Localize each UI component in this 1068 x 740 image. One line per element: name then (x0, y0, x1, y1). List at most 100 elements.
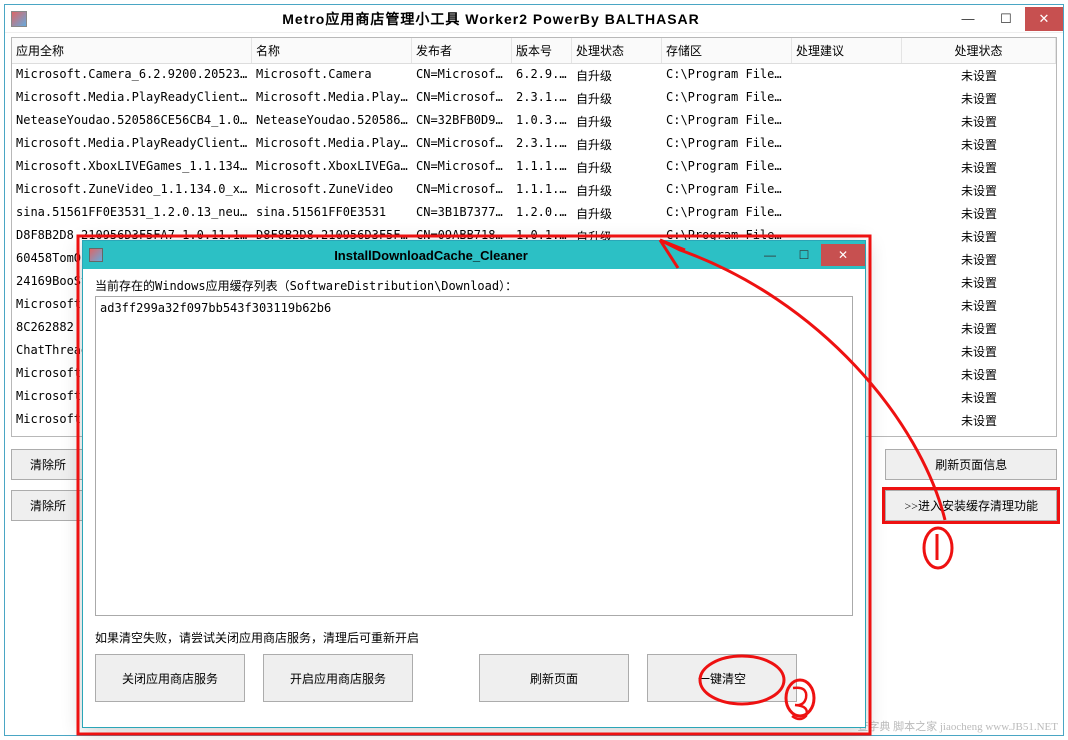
column-header[interactable]: 名称 (252, 38, 412, 63)
table-cell: 1.1.1... (512, 179, 572, 202)
table-cell: 2.3.1... (512, 133, 572, 156)
table-cell: 自升级 (572, 179, 662, 202)
table-cell: 未设置 (902, 133, 1056, 156)
cache-list-label: 当前存在的Windows应用缓存列表（SoftwareDistribution\… (95, 277, 853, 294)
dialog-minimize-button[interactable]: — (753, 244, 787, 266)
table-cell: 自升级 (572, 110, 662, 133)
table-cell: 自升级 (572, 64, 662, 87)
table-cell: 未设置 (902, 363, 1056, 386)
table-cell: 1.0.3... (512, 110, 572, 133)
dialog-refresh-button[interactable]: 刷新页面 (479, 654, 629, 702)
table-cell: CN=Microsof... (412, 133, 512, 156)
dialog-body: 当前存在的Windows应用缓存列表（SoftwareDistribution\… (83, 269, 865, 710)
table-cell: 未设置 (902, 248, 1056, 271)
table-cell: 未设置 (902, 87, 1056, 110)
column-header[interactable]: 处理建议 (792, 38, 902, 63)
table-cell: Microsoft.Media.PlayReadyClient_2.3.16..… (12, 87, 252, 110)
main-title: Metro应用商店管理小工具 Worker2 PowerBy BALTHASAR (33, 9, 949, 29)
table-cell: C:\Program File... (662, 179, 792, 202)
main-titlebar: Metro应用商店管理小工具 Worker2 PowerBy BALTHASAR… (5, 5, 1063, 33)
table-header: 应用全称名称发布者版本号处理状态存储区处理建议处理状态 (12, 38, 1056, 64)
minimize-button[interactable]: — (949, 7, 987, 31)
app-icon (11, 11, 27, 27)
table-cell: 1.1.1... (512, 156, 572, 179)
table-cell: C:\Program File... (662, 156, 792, 179)
table-cell: 未设置 (902, 409, 1056, 432)
table-row[interactable]: Microsoft.Media.PlayReadyClient_2.3.16..… (12, 133, 1056, 156)
dialog-icon (89, 248, 103, 262)
clear-all-button-1[interactable]: 清除所 (11, 449, 85, 480)
enter-cache-cleaner-button[interactable]: >>进入安装缓存清理功能 (885, 490, 1057, 521)
open-store-service-button[interactable]: 开启应用商店服务 (263, 654, 413, 702)
column-header[interactable]: 发布者 (412, 38, 512, 63)
dialog-titlebar: InstallDownloadCache_Cleaner — ☐ ✕ (83, 241, 865, 269)
table-row[interactable]: NeteaseYoudao.520586CE56CB4_1.0.39.335..… (12, 110, 1056, 133)
table-cell: CN=Microsof... (412, 156, 512, 179)
close-button[interactable]: ✕ (1025, 7, 1063, 31)
table-cell: Microsoft.Camera (252, 64, 412, 87)
table-cell: NeteaseYoudao.520586CE5... (252, 110, 412, 133)
table-cell: Microsoft.Media.PlayRea... (252, 133, 412, 156)
table-cell: sina.51561FF0E3531 (252, 202, 412, 225)
column-header[interactable]: 应用全称 (12, 38, 252, 63)
cache-list-textarea[interactable] (95, 296, 853, 616)
table-cell: 6.2.9... (512, 64, 572, 87)
table-cell: Microsoft.Camera_6.2.9200.20523_x64__8..… (12, 64, 252, 87)
table-cell: Microsoft.XboxLIVEGames_1.1.134.0_x64_..… (12, 156, 252, 179)
table-cell: 未设置 (902, 271, 1056, 294)
table-row[interactable]: Microsoft.Media.PlayReadyClient_2.3.16..… (12, 87, 1056, 110)
table-cell: 2.3.1... (512, 87, 572, 110)
table-cell (792, 64, 902, 87)
table-cell (792, 110, 902, 133)
cache-cleaner-dialog: InstallDownloadCache_Cleaner — ☐ ✕ 当前存在的… (82, 240, 866, 728)
table-cell (792, 179, 902, 202)
dialog-hint: 如果清空失败，请尝试关闭应用商店服务，清理后可重新开启 (95, 629, 853, 646)
column-header[interactable]: 存储区 (662, 38, 792, 63)
dialog-maximize-button[interactable]: ☐ (787, 244, 821, 266)
table-cell: 自升级 (572, 133, 662, 156)
table-cell: 未设置 (902, 110, 1056, 133)
table-cell: 1.2.0.13 (512, 202, 572, 225)
table-cell: CN=Microsof... (412, 87, 512, 110)
table-cell: NeteaseYoudao.520586CE56CB4_1.0.39.335..… (12, 110, 252, 133)
table-cell: Microsoft.ZuneVideo_1.1.134.0_x64__8we..… (12, 179, 252, 202)
table-cell: 未设置 (902, 225, 1056, 248)
table-cell: 未设置 (902, 386, 1056, 409)
table-cell: C:\Program File... (662, 110, 792, 133)
maximize-button[interactable]: ☐ (987, 7, 1025, 31)
table-cell: Microsoft.Media.PlayRea... (252, 87, 412, 110)
watermark: 查字典 脚本之家 jiaocheng www.JB51.NET (857, 718, 1058, 734)
table-cell: CN=3B1B7377... (412, 202, 512, 225)
table-row[interactable]: sina.51561FF0E3531_1.2.0.13_neutral__z..… (12, 202, 1056, 225)
table-cell: C:\Program File... (662, 133, 792, 156)
column-header[interactable]: 处理状态 (902, 38, 1056, 63)
close-store-service-button[interactable]: 关闭应用商店服务 (95, 654, 245, 702)
table-row[interactable]: Microsoft.ZuneVideo_1.1.134.0_x64__8we..… (12, 179, 1056, 202)
table-cell: 未设置 (902, 317, 1056, 340)
one-click-clear-button[interactable]: 一键清空 (647, 654, 797, 702)
table-cell: 未设置 (902, 294, 1056, 317)
table-cell (792, 87, 902, 110)
table-cell: sina.51561FF0E3531_1.2.0.13_neutral__z..… (12, 202, 252, 225)
refresh-page-button[interactable]: 刷新页面信息 (885, 449, 1057, 480)
table-cell: 自升级 (572, 87, 662, 110)
table-cell: C:\Program File... (662, 202, 792, 225)
table-cell: 自升级 (572, 156, 662, 179)
table-cell: C:\Program File... (662, 87, 792, 110)
table-cell: 未设置 (902, 64, 1056, 87)
table-cell: Microsoft.XboxLIVEGames (252, 156, 412, 179)
table-cell: 未设置 (902, 179, 1056, 202)
table-row[interactable]: Microsoft.XboxLIVEGames_1.1.134.0_x64_..… (12, 156, 1056, 179)
table-cell: Microsoft.Media.PlayReadyClient_2.3.16..… (12, 133, 252, 156)
table-cell: 自升级 (572, 202, 662, 225)
table-cell: 未设置 (902, 156, 1056, 179)
table-cell: CN=32BFB0D9... (412, 110, 512, 133)
dialog-close-button[interactable]: ✕ (821, 244, 865, 266)
table-cell: Microsoft.ZuneVideo (252, 179, 412, 202)
column-header[interactable]: 版本号 (512, 38, 572, 63)
table-cell: CN=Microsof... (412, 64, 512, 87)
table-row[interactable]: Microsoft.Camera_6.2.9200.20523_x64__8..… (12, 64, 1056, 87)
clear-all-button-2[interactable]: 清除所 (11, 490, 85, 521)
column-header[interactable]: 处理状态 (572, 38, 662, 63)
window-controls: — ☐ ✕ (949, 7, 1063, 31)
